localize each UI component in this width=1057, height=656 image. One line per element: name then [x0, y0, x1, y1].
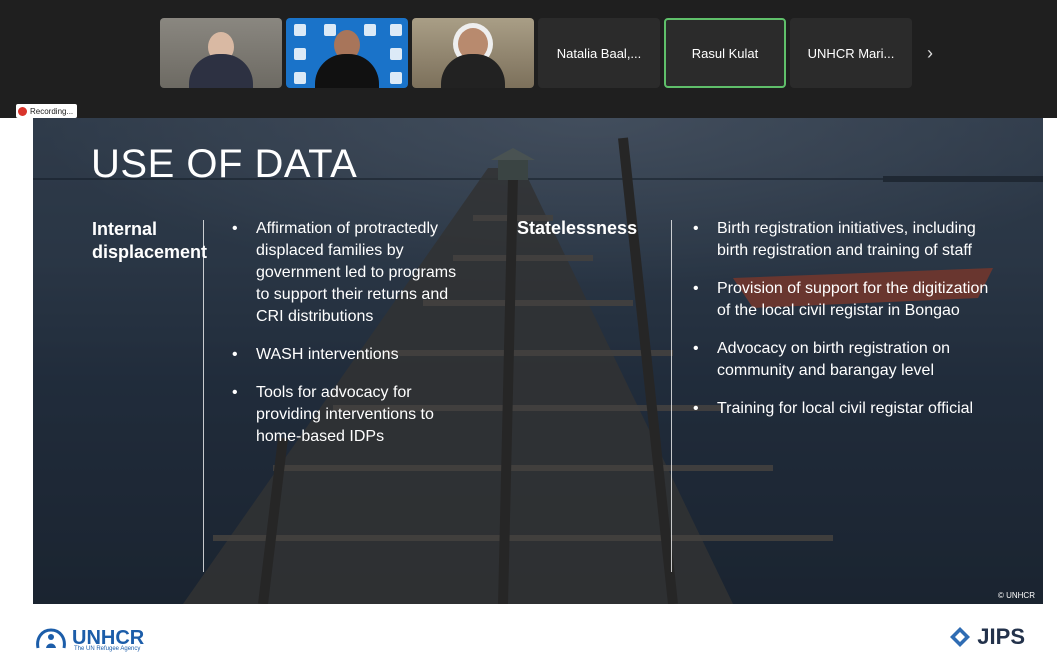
list-item: WASH interventions	[230, 344, 470, 366]
recording-icon	[18, 106, 27, 116]
participant-body	[315, 54, 379, 88]
section-heading-internal-displacement: Internal displacement	[92, 219, 208, 262]
column-divider	[671, 220, 672, 572]
jips-wordmark: JIPS	[977, 624, 1025, 649]
slide-background-photo: USE OF DATA Internal displacement Affirm…	[33, 118, 1043, 604]
slide-title: USE OF DATA	[91, 142, 358, 186]
participant-strip: Natalia Baal,... Rasul Kulat UNHCR Mari.…	[160, 18, 944, 88]
unhcr-emblem-icon	[36, 628, 66, 649]
participant-tile-rasul[interactable]: Rasul Kulat	[664, 18, 786, 88]
chevron-right-icon[interactable]: ›	[916, 18, 944, 88]
participant-body	[189, 54, 253, 88]
participant-body	[441, 54, 505, 88]
participant-video-3[interactable]	[412, 18, 534, 88]
participant-name: Rasul Kulat	[691, 45, 759, 61]
list-item: Advocacy on birth registration on commun…	[691, 338, 991, 382]
unhcr-tagline: The UN Refugee Agency	[74, 646, 141, 652]
list-item: Training for local civil registar offici…	[691, 398, 991, 420]
recording-badge: Recording...	[16, 104, 78, 118]
participant-name: UNHCR Mari...	[807, 45, 895, 61]
participant-video-2[interactable]	[286, 18, 408, 88]
jips-diamond-icon	[950, 627, 971, 647]
internal-displacement-list: Affirmation of protractedly displaced fa…	[230, 218, 470, 464]
statelessness-list: Birth registration initiatives, includin…	[691, 218, 991, 436]
jips-logo: JIPS	[949, 624, 1025, 650]
photo-credit: © UNHCR	[997, 591, 1035, 600]
column-divider	[203, 220, 204, 572]
recording-label: Recording...	[30, 106, 74, 116]
list-item: Tools for advocacy for providing interve…	[230, 382, 470, 448]
shared-slide: USE OF DATA Internal displacement Affirm…	[0, 118, 1057, 656]
section-heading-statelessness: Statelessness	[517, 218, 638, 238]
list-item: Affirmation of protractedly displaced fa…	[230, 218, 470, 328]
list-item: Birth registration initiatives, includin…	[691, 218, 991, 262]
participant-name: Natalia Baal,...	[556, 45, 642, 61]
participant-video-1[interactable]	[160, 18, 282, 88]
participant-tile-natalia[interactable]: Natalia Baal,...	[538, 18, 660, 88]
list-item: Provision of support for the digitizatio…	[691, 278, 991, 322]
slide-footer: UNHCR The UN Refugee Agency JIPS	[0, 604, 1057, 656]
participant-tile-unhcr[interactable]: UNHCR Mari...	[790, 18, 912, 88]
